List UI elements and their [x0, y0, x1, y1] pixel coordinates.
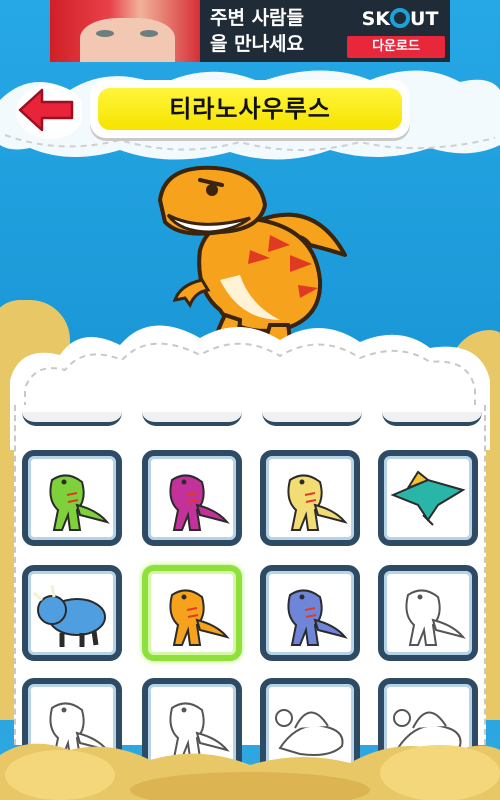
blue-hadrosaur-icon [287, 589, 348, 646]
ad-text: 주변 사람들 을 만나세요 [210, 5, 350, 57]
brand-o-icon [390, 8, 411, 28]
ad-eye-left [96, 30, 114, 37]
green-raptor-icon [49, 474, 110, 531]
dino-tile-raptor-outline[interactable] [378, 565, 478, 661]
ad-brand-logo: SK UT [355, 8, 445, 30]
dino-tile-tyrannosaurus[interactable] [142, 565, 242, 661]
page-title: 티라노사우루스 [98, 88, 402, 130]
pteranodon-icon [390, 470, 466, 526]
ad-face [80, 18, 175, 62]
dino-tile-triceratops[interactable] [22, 565, 122, 661]
dino-tile-pteranodon[interactable] [378, 450, 478, 546]
ad-banner[interactable]: 주변 사람들 을 만나세요 SK UT 다운로드 [50, 0, 450, 62]
ad-download-button[interactable]: 다운로드 [347, 36, 445, 58]
purple-allosaurus-icon [169, 474, 230, 531]
ad-line1: 주변 사람들 [210, 7, 305, 29]
back-button[interactable] [12, 80, 82, 140]
dino-tile-green-raptor[interactable] [22, 450, 122, 546]
ad-photo [50, 0, 200, 62]
triceratops-icon [33, 584, 106, 647]
dino-tile-blue-hadrosaur[interactable] [260, 565, 360, 661]
raptor-outline-icon [405, 589, 466, 646]
ad-eye-right [140, 30, 158, 37]
tab-stub-3 [262, 412, 362, 426]
dino-tile-purple-allosaurus[interactable] [142, 450, 242, 546]
tab-stub-4 [382, 412, 482, 426]
ad-brand-left: SK [361, 8, 391, 30]
tab-stub-2 [142, 412, 242, 426]
bottom-rocks [0, 743, 500, 800]
tab-stub-1 [22, 412, 122, 426]
title-pill: 티라노사우루스 [90, 80, 410, 138]
parasaurolophus-icon [287, 474, 348, 531]
dino-tile-parasaurolophus[interactable] [260, 450, 360, 546]
ad-brand-right: UT [410, 8, 439, 30]
ad-line2: 을 만나세요 [210, 33, 305, 55]
tyrannosaurus-icon [169, 589, 230, 646]
